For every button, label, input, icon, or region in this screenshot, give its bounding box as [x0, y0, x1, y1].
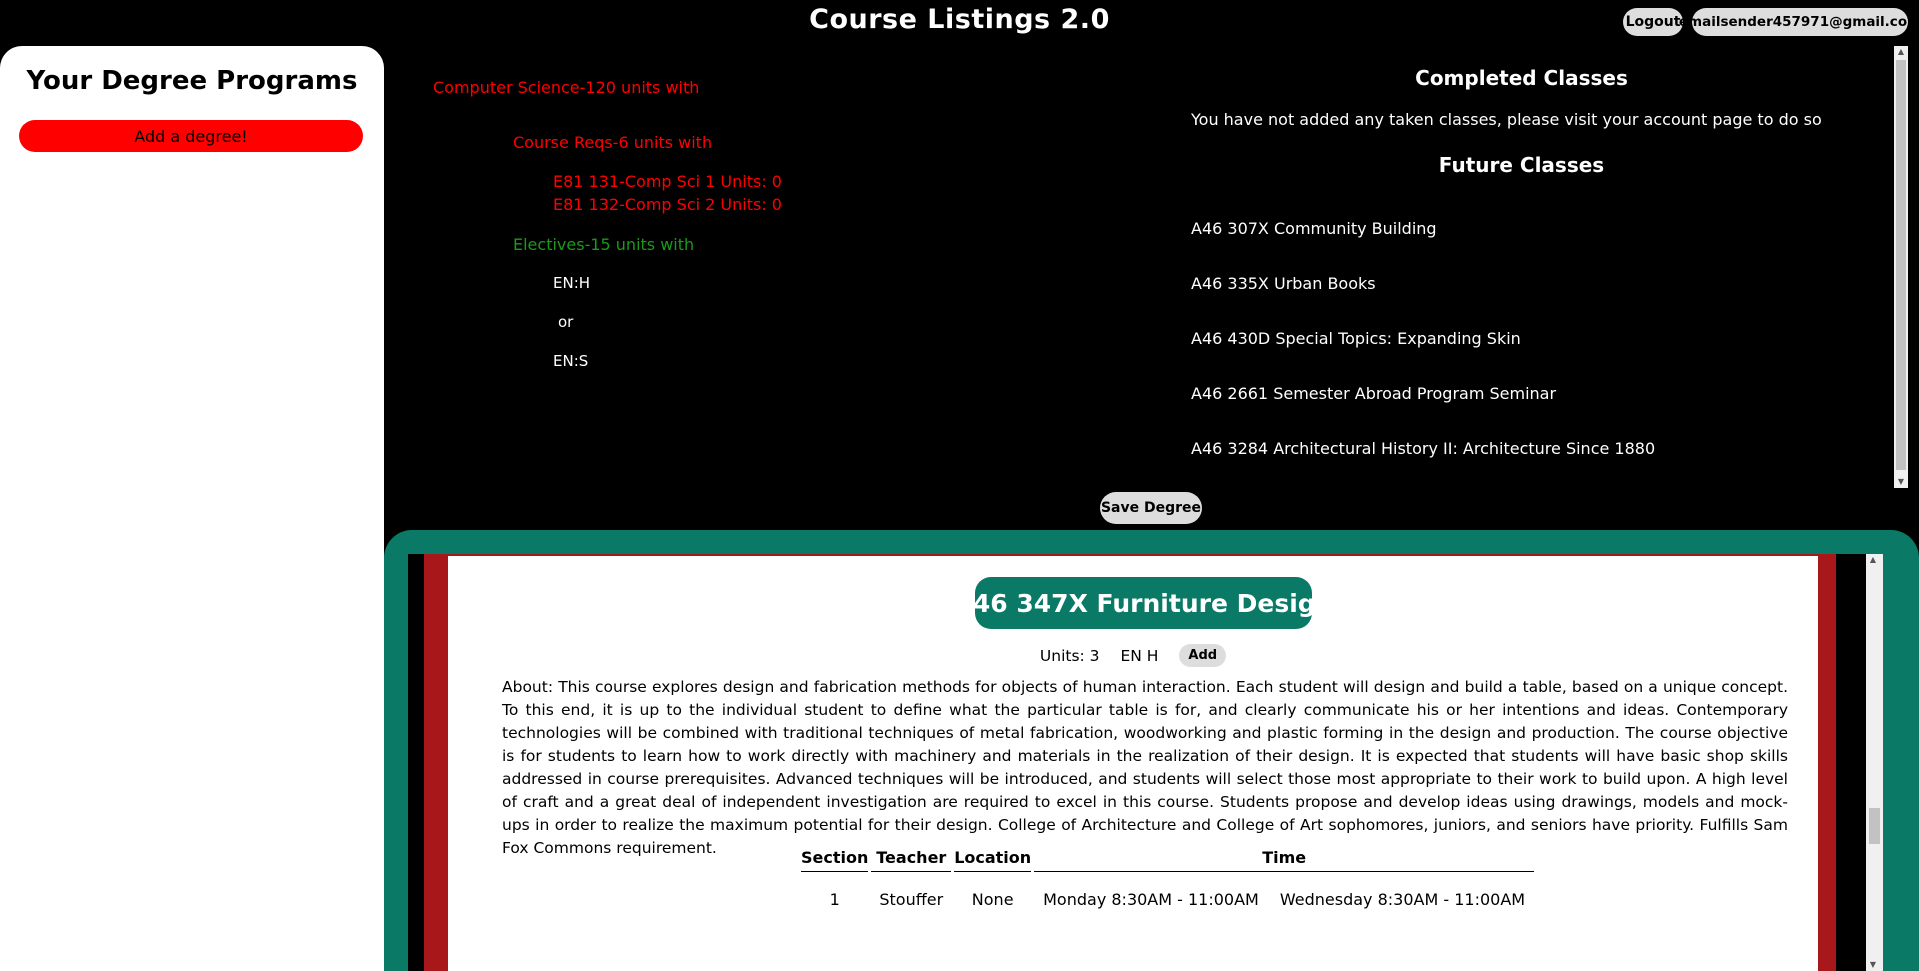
- required-course-2: E81 132-Comp Sci 2 Units: 0: [553, 195, 782, 214]
- completed-empty-note: You have not added any taken classes, pl…: [1191, 110, 1822, 129]
- future-class-item: A46 2661 Semester Abroad Program Seminar…: [1191, 369, 1890, 424]
- future-classes-scrollbar[interactable]: ▲ ▼: [1894, 46, 1908, 488]
- section-teacher: Stouffer: [879, 890, 944, 909]
- course-units: Units: 3: [1039, 646, 1100, 665]
- column-header-location: Location: [954, 846, 1032, 872]
- future-class-name: A46 2661 Semester Abroad Program Seminar: [1191, 384, 1557, 403]
- degree-programs-sidebar: Your Degree Programs Add a degree!: [0, 46, 384, 971]
- scrollbar-thumb[interactable]: [1896, 60, 1906, 470]
- course-meta-row: Units: 3 EN H Add: [448, 644, 1818, 667]
- add-degree-button[interactable]: Add a degree!: [19, 120, 363, 152]
- elective-option-1: EN:H: [553, 274, 591, 292]
- course-detail-scrollbar[interactable]: ▲ ▼: [1866, 554, 1883, 971]
- elective-option-2: EN:S: [553, 352, 589, 370]
- course-title: A46 347X Furniture Design: [954, 577, 1333, 629]
- logout-button[interactable]: Logout: [1623, 8, 1683, 36]
- scroll-up-icon[interactable]: ▲: [1866, 554, 1880, 566]
- future-class-item: A46 307X Community Building X: [1191, 204, 1890, 259]
- degree-program-title: Computer Science-120 units with: [433, 78, 700, 97]
- future-class-name: A46 430D Special Topics: Expanding Skin: [1191, 329, 1521, 348]
- elective-or-label: or: [558, 313, 574, 331]
- section-location: None: [971, 890, 1014, 909]
- course-card: A46 347X Furniture Design Units: 3 EN H …: [448, 556, 1818, 971]
- future-class-item: A46 335X Urban Books X: [1191, 259, 1890, 314]
- scroll-down-icon[interactable]: ▼: [1866, 959, 1880, 971]
- account-email-button[interactable]: emailsender457971@gmail.com: [1679, 8, 1919, 36]
- course-detail-panel: A46 347X Furniture Design Units: 3 EN H …: [384, 530, 1919, 971]
- section-time-2: Wednesday 8:30AM - 11:00AM: [1279, 890, 1526, 909]
- column-header-teacher: Teacher: [871, 846, 952, 872]
- completed-classes-title: Completed Classes: [1415, 66, 1628, 90]
- scrollbar-thumb[interactable]: [1869, 808, 1880, 844]
- sidebar-title: Your Degree Programs: [26, 66, 358, 96]
- course-attribute: EN H: [1120, 646, 1159, 665]
- add-course-button[interactable]: Add: [1179, 644, 1227, 667]
- course-description: About: This course explores design and f…: [502, 678, 1788, 857]
- save-degree-button[interactable]: Save Degree: [1100, 492, 1202, 524]
- required-course-1: E81 131-Comp Sci 1 Units: 0: [553, 172, 782, 191]
- future-class-item: A46 3284 Architectural History II: Archi…: [1191, 424, 1890, 479]
- column-header-time: Time: [1034, 846, 1535, 872]
- electives-title: Electives-15 units with: [513, 235, 695, 254]
- future-classes-list: A46 307X Community Building X A46 335X U…: [1160, 198, 1890, 485]
- future-classes-title: Future Classes: [1438, 153, 1605, 177]
- scroll-down-icon[interactable]: ▼: [1894, 476, 1908, 488]
- future-class-name: A46 335X Urban Books: [1191, 274, 1376, 293]
- sections-table: Section Teacher Location Time 1 Stouffer…: [798, 846, 1537, 909]
- table-row: 1 Stouffer None Monday 8:30AM - 11:00AM …: [801, 872, 1534, 909]
- future-class-name: A46 307X Community Building: [1191, 219, 1437, 238]
- column-header-section: Section: [801, 846, 869, 872]
- section-number: 1: [829, 890, 840, 909]
- course-reqs-title: Course Reqs-6 units with: [513, 133, 713, 152]
- course-detail-frame: A46 347X Furniture Design Units: 3 EN H …: [408, 554, 1883, 971]
- future-class-item-partial: [1191, 479, 1890, 485]
- scroll-up-icon[interactable]: ▲: [1894, 46, 1908, 58]
- future-class-name: A46 3284 Architectural History II: Archi…: [1191, 439, 1656, 458]
- future-class-item: A46 430D Special Topics: Expanding Skin …: [1191, 314, 1890, 369]
- section-time-1: Monday 8:30AM - 11:00AM: [1043, 890, 1259, 909]
